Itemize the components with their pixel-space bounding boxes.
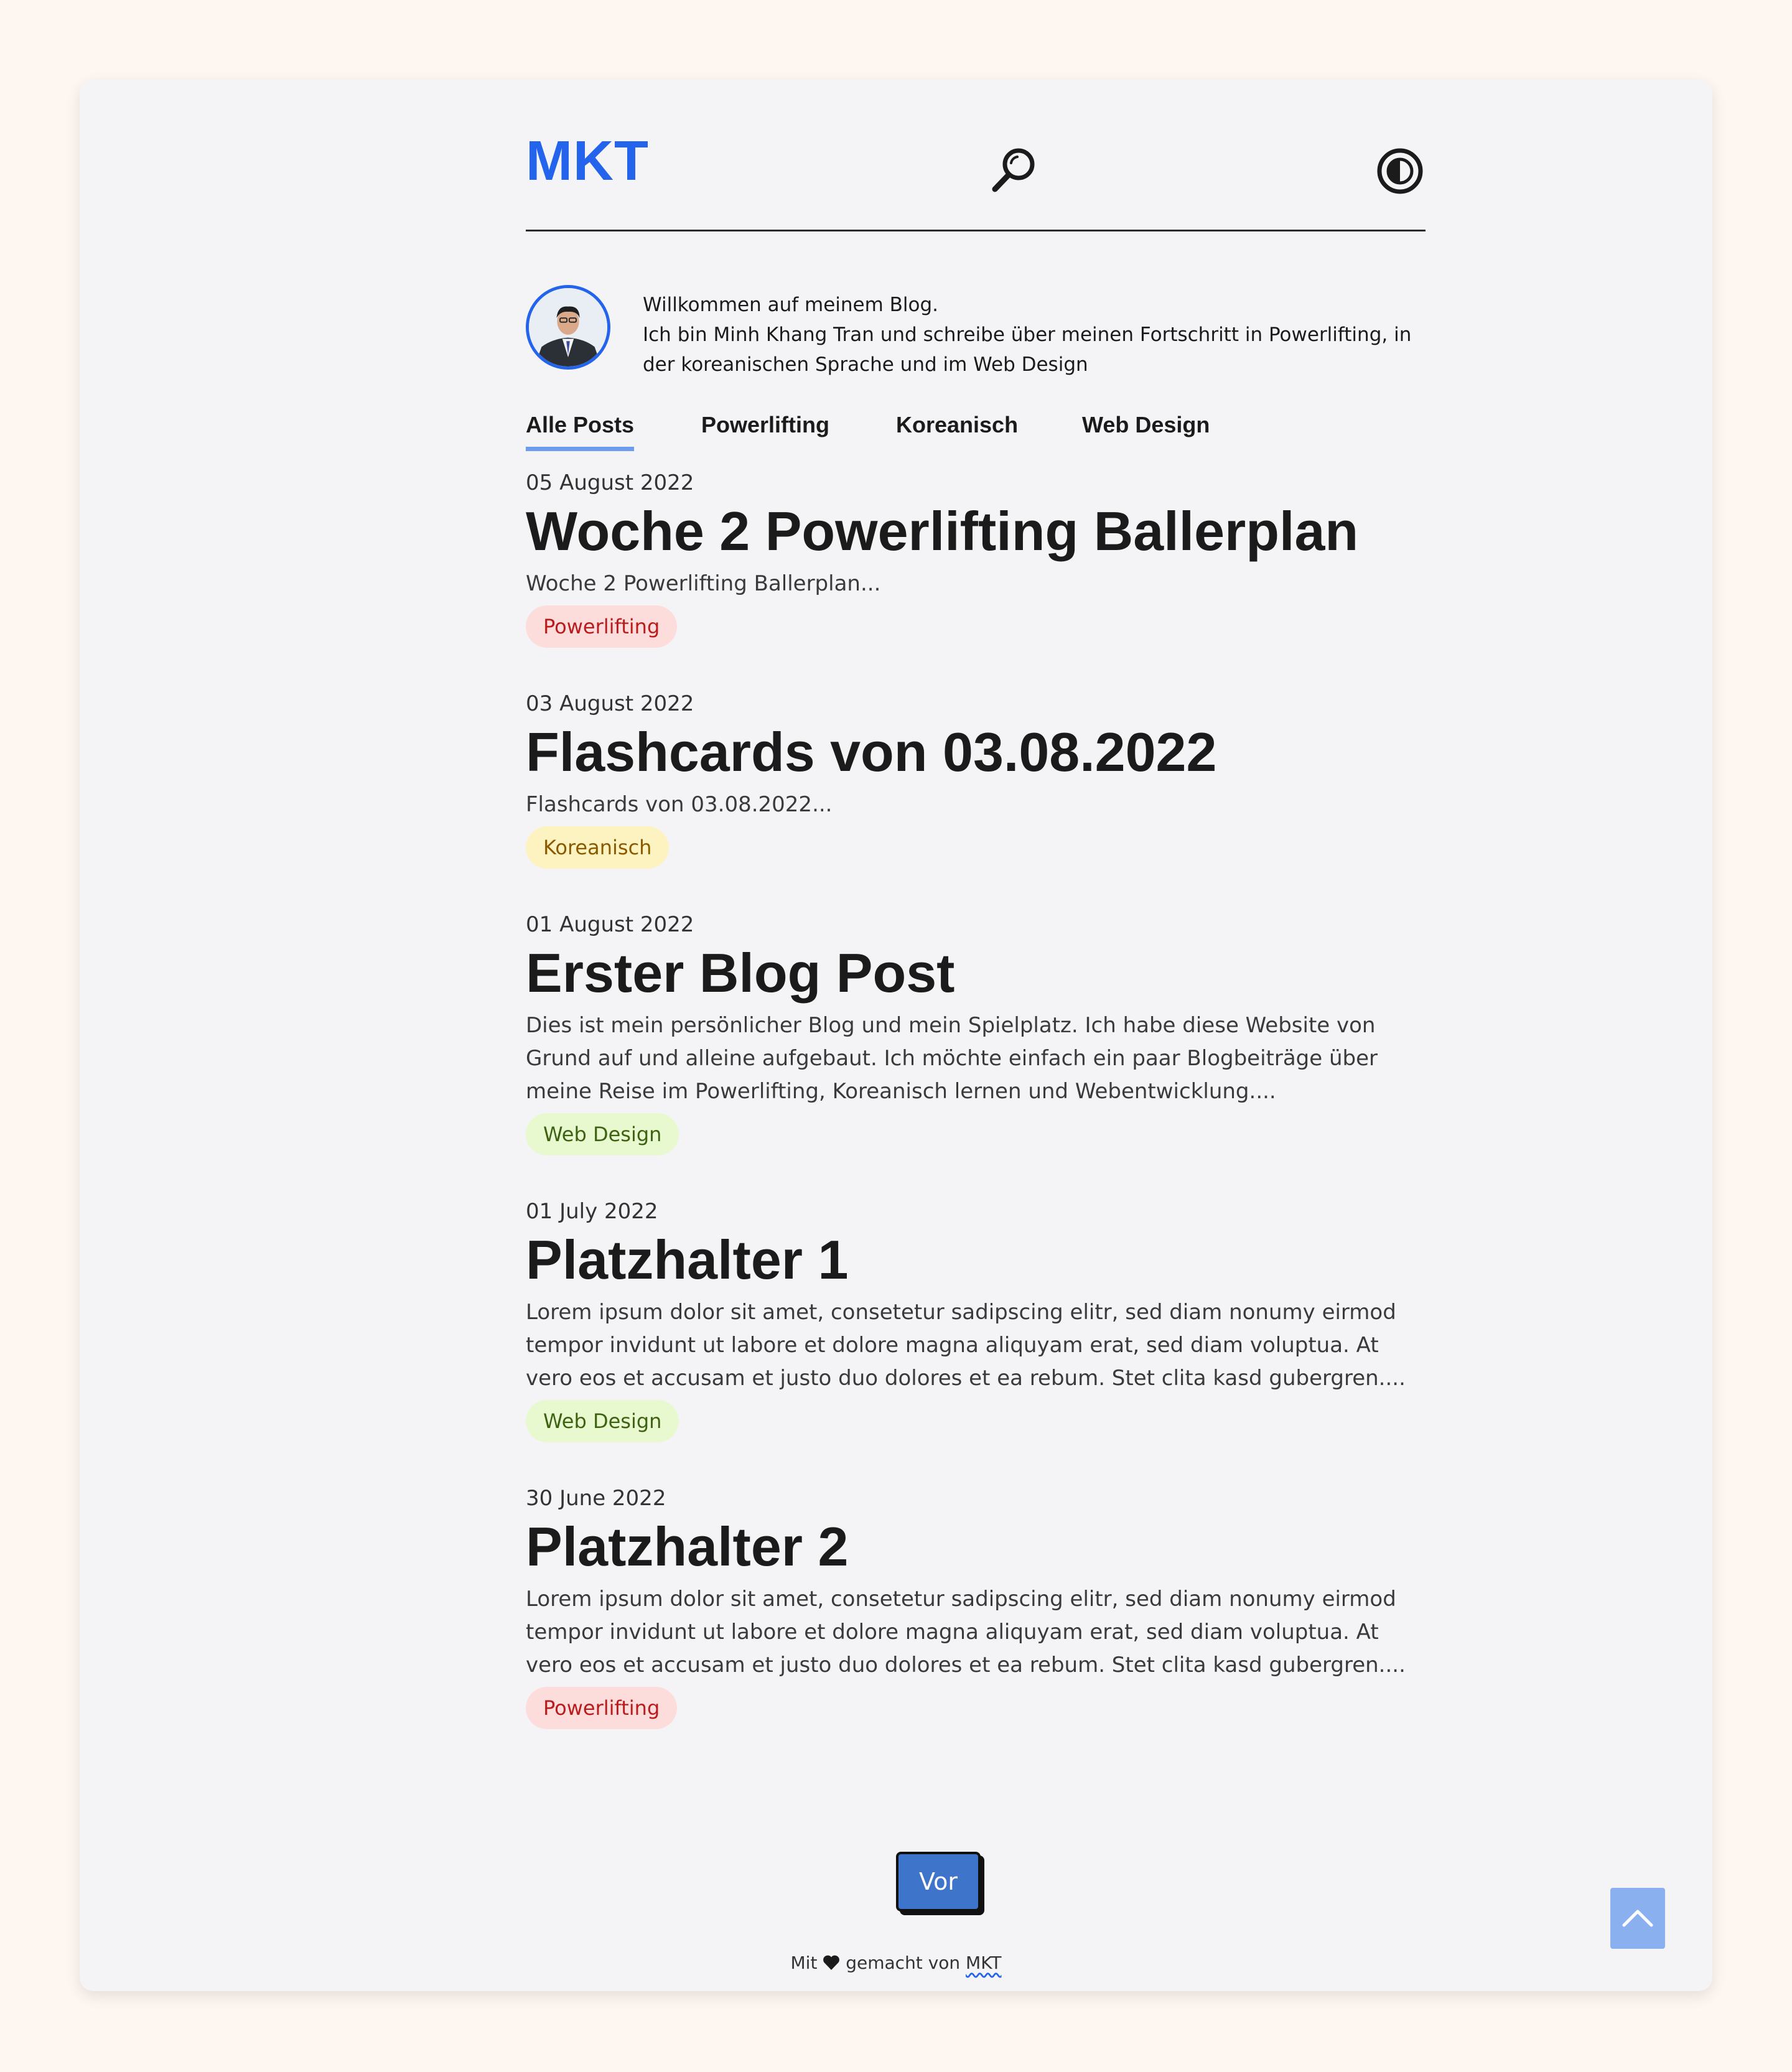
post-title[interactable]: Platzhalter 2 xyxy=(526,1514,1426,1579)
post-excerpt: Flashcards von 03.08.2022... xyxy=(526,792,833,817)
site-header: MKT xyxy=(526,80,1426,231)
intro-description: Ich bin Minh Khang Tran und schreibe übe… xyxy=(643,324,1412,376)
main-content: MKT Willkommen auf meinem Blog. Ich bin … xyxy=(526,80,1426,1729)
post-item: 30 June 2022 Platzhalter 2 Lorem ipsum d… xyxy=(526,1485,1426,1729)
post-item: 01 July 2022 Platzhalter 1 Lorem ipsum d… xyxy=(526,1198,1426,1442)
post-tag[interactable]: Web Design xyxy=(526,1400,679,1442)
post-excerpt: Lorem ipsum dolor sit amet, consetetur s… xyxy=(526,1587,1406,1678)
post-tag[interactable]: Web Design xyxy=(526,1113,679,1155)
next-page-button[interactable]: Vor xyxy=(896,1852,981,1911)
tab-koreanisch[interactable]: Koreanisch xyxy=(896,412,1018,447)
site-logo[interactable]: MKT xyxy=(526,129,649,194)
footer-author-link[interactable]: MKT xyxy=(966,1953,1001,1973)
scroll-to-top-button[interactable] xyxy=(1610,1888,1665,1949)
post-date: 01 July 2022 xyxy=(526,1199,658,1224)
site-footer: Mit gemacht von MKT xyxy=(80,1953,1712,1973)
footer-prefix: Mit xyxy=(790,1953,818,1973)
tab-web-design[interactable]: Web Design xyxy=(1082,412,1210,447)
tab-powerlifting[interactable]: Powerlifting xyxy=(701,412,829,447)
tab-alle-posts[interactable]: Alle Posts xyxy=(526,412,635,451)
heart-icon xyxy=(823,1955,840,1970)
avatar xyxy=(526,285,610,370)
post-item: 01 August 2022 Erster Blog Post Dies ist… xyxy=(526,911,1426,1155)
post-date: 30 June 2022 xyxy=(526,1486,666,1511)
post-tag[interactable]: Koreanisch xyxy=(526,826,670,869)
theme-toggle-icon[interactable] xyxy=(1376,147,1424,195)
intro-text: Willkommen auf meinem Blog. Ich bin Minh… xyxy=(643,290,1427,380)
post-item: 03 August 2022 Flashcards von 03.08.2022… xyxy=(526,690,1426,869)
post-date: 03 August 2022 xyxy=(526,691,694,716)
post-title[interactable]: Flashcards von 03.08.2022 xyxy=(526,720,1426,785)
post-date: 05 August 2022 xyxy=(526,470,694,495)
post-list: 05 August 2022 Woche 2 Powerlifting Ball… xyxy=(526,469,1426,1729)
category-tabs: Alle Posts Powerlifting Koreanisch Web D… xyxy=(526,393,1426,469)
post-title[interactable]: Woche 2 Powerlifting Ballerplan xyxy=(526,499,1426,564)
post-excerpt: Lorem ipsum dolor sit amet, consetetur s… xyxy=(526,1300,1406,1391)
post-excerpt: Woche 2 Powerlifting Ballerplan... xyxy=(526,571,881,596)
post-item: 05 August 2022 Woche 2 Powerlifting Ball… xyxy=(526,469,1426,648)
search-icon[interactable] xyxy=(986,142,1042,198)
post-title[interactable]: Platzhalter 1 xyxy=(526,1228,1426,1292)
intro-greeting: Willkommen auf meinem Blog. xyxy=(643,294,939,316)
post-tag[interactable]: Powerlifting xyxy=(526,1687,678,1729)
footer-middle: gemacht von xyxy=(846,1953,961,1973)
post-excerpt: Dies ist mein persönlicher Blog und mein… xyxy=(526,1013,1378,1104)
page-card: MKT Willkommen auf meinem Blog. Ich bin … xyxy=(80,80,1712,1991)
post-tag[interactable]: Powerlifting xyxy=(526,605,678,648)
post-title[interactable]: Erster Blog Post xyxy=(526,941,1426,1006)
intro-section: Willkommen auf meinem Blog. Ich bin Minh… xyxy=(526,231,1426,381)
post-date: 01 August 2022 xyxy=(526,912,694,937)
chevron-up-icon xyxy=(1622,1910,1653,1927)
